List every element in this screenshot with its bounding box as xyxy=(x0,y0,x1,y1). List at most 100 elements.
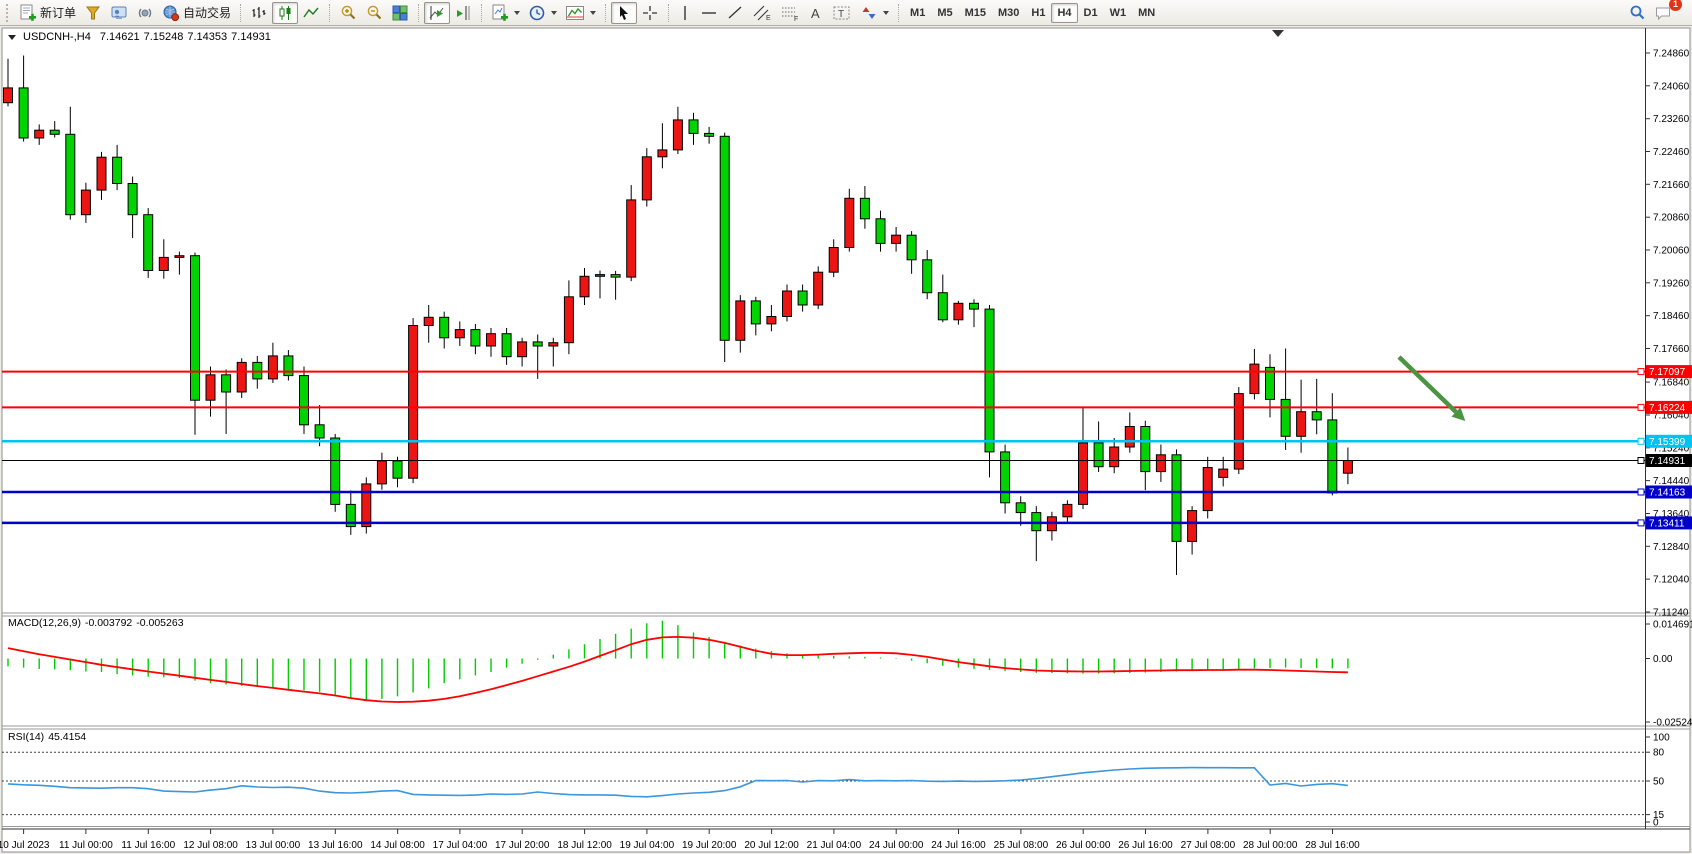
zoom-in-icon xyxy=(339,4,357,22)
funnel-icon xyxy=(84,4,102,22)
macd-main-value: -0.003792 xyxy=(85,617,132,629)
svg-text:21 Jul 04:00: 21 Jul 04:00 xyxy=(807,840,862,851)
notification-badge: 1 xyxy=(1669,0,1682,11)
profiles-button[interactable] xyxy=(524,2,561,24)
collapse-triangle-icon[interactable] xyxy=(8,35,16,40)
timeframe-h1[interactable]: H1 xyxy=(1025,3,1051,23)
timeframe-w1[interactable]: W1 xyxy=(1104,3,1133,23)
vertical-line-button[interactable] xyxy=(674,2,696,24)
timeframe-m30[interactable]: M30 xyxy=(992,3,1025,23)
timeframe-d1[interactable]: D1 xyxy=(1078,3,1104,23)
svg-text:17 Jul 04:00: 17 Jul 04:00 xyxy=(433,840,488,851)
vertical-line-icon xyxy=(678,4,692,22)
svg-text:F: F xyxy=(794,16,798,22)
dropdown-caret xyxy=(514,11,520,15)
candlestick-icon xyxy=(276,4,294,22)
svg-text:7.23260: 7.23260 xyxy=(1653,114,1690,125)
new-chart-icon xyxy=(491,4,509,22)
tile-windows-icon xyxy=(391,4,409,22)
zoom-out-button[interactable] xyxy=(361,2,387,24)
timeframe-h4[interactable]: H4 xyxy=(1051,3,1077,23)
toolbar-separator xyxy=(329,4,330,22)
svg-text:7.15399: 7.15399 xyxy=(1649,437,1686,448)
terminal-button[interactable] xyxy=(106,2,132,24)
auto-scroll-button[interactable] xyxy=(424,2,450,24)
notifications-button[interactable]: 1 xyxy=(1650,2,1676,24)
line-chart-button[interactable] xyxy=(298,2,324,24)
macd-signal-value: -0.005263 xyxy=(136,617,183,629)
cursor-button[interactable] xyxy=(611,2,637,24)
crosshair-icon xyxy=(641,4,659,22)
chart-shift-button[interactable] xyxy=(450,2,476,24)
crosshair-button[interactable] xyxy=(637,2,663,24)
clock-icon xyxy=(528,4,546,22)
timeframe-mn[interactable]: MN xyxy=(1132,3,1161,23)
rsi-label: RSI(14) 45.4154 xyxy=(8,731,86,743)
tile-windows-button[interactable] xyxy=(387,2,413,24)
svg-text:7.13411: 7.13411 xyxy=(1649,518,1685,529)
styler-button[interactable] xyxy=(80,2,106,24)
candlestick-button[interactable] xyxy=(272,2,298,24)
text-label-button[interactable]: T xyxy=(828,2,856,24)
svg-text:18 Jul 12:00: 18 Jul 12:00 xyxy=(557,840,612,851)
text-button[interactable]: A xyxy=(804,2,828,24)
toolbar-separator xyxy=(898,4,899,22)
toolbar: 新订单 自动交易 xyxy=(0,0,1692,26)
macd-label: MACD(12,26,9) -0.003792 -0.005263 xyxy=(8,617,184,629)
svg-text:7.14931: 7.14931 xyxy=(1649,456,1686,467)
svg-text:50: 50 xyxy=(1653,777,1665,788)
dropdown-caret xyxy=(590,11,596,15)
svg-text:19 Jul 20:00: 19 Jul 20:00 xyxy=(682,840,737,851)
new-order-button[interactable]: 新订单 xyxy=(15,2,80,24)
svg-text:24 Jul 00:00: 24 Jul 00:00 xyxy=(869,840,924,851)
autotrading-button[interactable]: 自动交易 xyxy=(158,2,235,24)
chart-shift-icon xyxy=(454,4,472,22)
toolbar-grip[interactable] xyxy=(6,4,11,22)
template-button[interactable] xyxy=(561,2,600,24)
svg-text:26 Jul 16:00: 26 Jul 16:00 xyxy=(1118,840,1173,851)
svg-text:14 Jul 08:00: 14 Jul 08:00 xyxy=(370,840,425,851)
timeframe-m1[interactable]: M1 xyxy=(904,3,931,23)
svg-text:7.21660: 7.21660 xyxy=(1653,180,1690,191)
channel-icon: E xyxy=(752,4,772,22)
svg-text:13 Jul 00:00: 13 Jul 00:00 xyxy=(246,840,301,851)
bar-chart-icon xyxy=(250,4,268,22)
trendline-icon xyxy=(726,4,744,22)
equidistant-channel-button[interactable]: E xyxy=(748,2,776,24)
broadcast-icon xyxy=(136,4,154,22)
svg-text:7.16224: 7.16224 xyxy=(1649,403,1686,414)
svg-text:20 Jul 12:00: 20 Jul 12:00 xyxy=(744,840,799,851)
trendline-button[interactable] xyxy=(722,2,748,24)
horizontal-line-icon xyxy=(700,4,718,22)
symbol-period: USDCNH-,H4 xyxy=(23,31,91,43)
svg-text:7.22460: 7.22460 xyxy=(1653,147,1690,158)
svg-text:11 Jul 16:00: 11 Jul 16:00 xyxy=(121,840,175,851)
search-button[interactable] xyxy=(1624,2,1650,24)
chart-canvas[interactable]: 7.248607.240607.232607.224607.216607.208… xyxy=(0,26,1692,854)
zoom-out-icon xyxy=(365,4,383,22)
cursor-icon xyxy=(615,4,633,22)
new-chart-button[interactable] xyxy=(487,2,524,24)
alerts-button[interactable] xyxy=(132,2,158,24)
zoom-in-button[interactable] xyxy=(335,2,361,24)
horizontal-line-button[interactable] xyxy=(696,2,722,24)
svg-text:12 Jul 08:00: 12 Jul 08:00 xyxy=(183,840,238,851)
text-icon: A xyxy=(808,4,824,22)
svg-text:7.19260: 7.19260 xyxy=(1653,278,1690,289)
bar-chart-button[interactable] xyxy=(246,2,272,24)
rsi-name: RSI(14) xyxy=(8,731,44,743)
timeframe-m5[interactable]: M5 xyxy=(931,3,958,23)
svg-text:-0.02524: -0.02524 xyxy=(1653,718,1692,729)
ohlc-low: 7.14353 xyxy=(187,31,227,43)
svg-text:7.12040: 7.12040 xyxy=(1653,575,1690,586)
arrows-button[interactable] xyxy=(856,2,893,24)
svg-text:0.00: 0.00 xyxy=(1653,654,1673,665)
timeframe-m15[interactable]: M15 xyxy=(959,3,992,23)
chart-window: 7.248607.240607.232607.224607.216607.208… xyxy=(0,26,1692,854)
svg-text:28 Jul 00:00: 28 Jul 00:00 xyxy=(1243,840,1298,851)
fibonacci-button[interactable]: F xyxy=(776,2,804,24)
svg-text:7.14440: 7.14440 xyxy=(1653,476,1690,487)
svg-text:26 Jul 00:00: 26 Jul 00:00 xyxy=(1056,840,1111,851)
text-label-icon: T xyxy=(832,4,852,22)
svg-text:7.20860: 7.20860 xyxy=(1653,213,1690,224)
